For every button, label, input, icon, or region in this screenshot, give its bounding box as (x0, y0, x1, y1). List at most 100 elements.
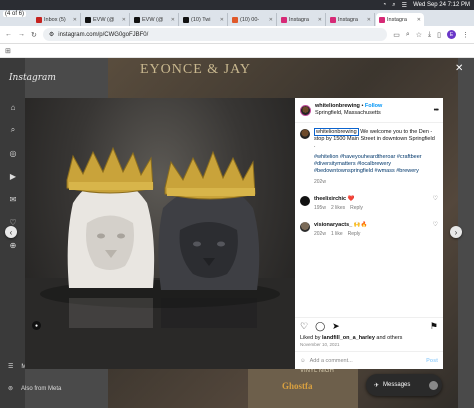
close-tab-icon[interactable]: ✕ (367, 17, 371, 23)
messenger-icon[interactable]: ✉ (8, 194, 18, 204)
create-icon[interactable]: ⊕ (8, 240, 18, 250)
screen: ◔ ⌕ ☰ Wed Sep 24 7:12 PM Inbox (5) ✕ EVW … (0, 0, 474, 408)
post-location[interactable]: Springfield, Massachusetts (315, 110, 382, 117)
reels-icon[interactable]: ▶ (8, 171, 18, 181)
comment-likes[interactable]: 1 like (331, 231, 343, 238)
sidepanel-icon[interactable]: ▯ (437, 31, 441, 39)
post-header: whitelionbrewing • Follow Springfield, M… (295, 98, 443, 123)
post-photo[interactable]: ● (25, 98, 295, 369)
add-comment-input[interactable]: Add a comment... (310, 358, 353, 364)
comment-username[interactable]: visionaryacts_ (314, 222, 352, 228)
comment-icon[interactable]: ◯ (315, 321, 325, 332)
reload-icon[interactable]: ↻ (31, 31, 37, 39)
control-center-icon[interactable]: ☰ (402, 2, 407, 9)
browser-tab-2[interactable]: EVW (@ ✕ (82, 13, 130, 26)
close-modal-icon[interactable]: ✕ (455, 63, 463, 74)
caption-hashtags[interactable]: #whitelion #haveyouheardtheroar #craftbe… (314, 154, 438, 175)
previous-post-chevron-left-icon[interactable]: ‹ (5, 226, 17, 238)
address-bar-row: ← → ↻ ⚙ instagram.com/p/CWG0goFJBF0/ ▭ ⌕… (0, 26, 474, 44)
close-tab-icon[interactable]: ✕ (417, 17, 421, 23)
cast-icon[interactable]: ▭ (393, 31, 400, 39)
like-heart-icon[interactable]: ♡ (300, 321, 308, 332)
caption-username[interactable]: whitelionbrewing (314, 128, 359, 136)
black-lion-eye (217, 241, 225, 247)
post-comment-button[interactable]: Post (426, 358, 438, 364)
bookmark-star-icon[interactable]: ☆ (416, 31, 422, 39)
address-actions: ▭ ⌕ ☆ ⤓ ▯ E ⋮ (393, 30, 469, 39)
comment-likes[interactable]: 2 likes (331, 205, 345, 212)
avatar (429, 380, 438, 390)
close-tab-icon[interactable]: ✕ (220, 17, 224, 23)
meta-icon: ⊚ (8, 386, 14, 392)
messages-button[interactable]: ✈ Messages (366, 374, 442, 396)
wifi-icon[interactable]: ◔ (383, 2, 387, 8)
comment-reply[interactable]: Reply (348, 231, 361, 238)
close-tab-icon[interactable]: ✕ (122, 17, 126, 23)
lion-sculptures-image (25, 146, 295, 369)
background-headline: EYONCE & JAY (140, 62, 252, 77)
comment-body: visionaryacts_ 🙌🔥 202w 1 like Reply (314, 222, 429, 238)
like-comment-heart-icon[interactable]: ♡ (433, 222, 438, 229)
hamburger-icon: ☰ (8, 364, 14, 370)
avatar[interactable] (300, 222, 310, 232)
instagram-icon (379, 16, 385, 23)
apps-grid-icon[interactable]: ⊞ (5, 47, 11, 55)
x-logo-icon (85, 16, 91, 23)
tagged-user-icon[interactable]: ● (32, 321, 41, 330)
comment-text: ❤️ (347, 196, 355, 202)
url-field[interactable]: ⚙ instagram.com/p/CWG0goFJBF0/ (42, 28, 388, 41)
browser-tab-1[interactable]: Inbox (5) ✕ (33, 13, 81, 26)
post-date: November 10, 2021 (300, 342, 340, 347)
post-details-panel: whitelionbrewing • Follow Springfield, M… (295, 98, 443, 369)
browser-tab-7[interactable]: Instagra ✕ (327, 13, 375, 26)
comment-meta: 202w 1 like Reply (314, 231, 429, 238)
forward-icon[interactable]: → (18, 31, 25, 38)
bookmarks-bar: ⊞ (0, 44, 474, 58)
search-icon[interactable]: ⌕ (392, 2, 395, 9)
home-icon[interactable]: ⌂ (8, 102, 18, 112)
save-bookmark-icon[interactable]: ⚑ (430, 321, 438, 332)
instagram-logo[interactable]: Instagram (9, 73, 56, 83)
more-options-icon[interactable]: ••• (434, 107, 439, 114)
share-paper-plane-icon[interactable]: ➤ (332, 321, 340, 332)
close-tab-icon[interactable]: ✕ (269, 17, 273, 23)
next-post-chevron-right-icon[interactable]: › (450, 226, 462, 238)
zoom-icon[interactable]: ⌕ (406, 31, 410, 39)
black-lion-eye (193, 241, 201, 247)
browser-tab-6[interactable]: Instagra ✕ (278, 13, 326, 26)
comment-username[interactable]: theelixirchic (314, 196, 346, 202)
instagram-icon (281, 16, 287, 23)
menubar-clock[interactable]: Wed Sep 24 7:12 PM (413, 2, 470, 8)
browser-tab-4[interactable]: (10) Twi ✕ (180, 13, 228, 26)
explore-icon[interactable]: ◎ (8, 148, 18, 158)
account-name[interactable]: whitelionbrewing (315, 103, 360, 109)
avatar[interactable] (300, 104, 311, 116)
back-icon[interactable]: ← (5, 31, 12, 38)
post-header-meta: whitelionbrewing • Follow Springfield, M… (315, 103, 382, 117)
menu-kebab-icon[interactable]: ⋮ (462, 31, 469, 39)
browser-tab-3[interactable]: EVW (@ ✕ (131, 13, 179, 26)
like-comment-heart-icon[interactable]: ♡ (433, 196, 438, 203)
close-tab-icon[interactable]: ✕ (318, 17, 322, 23)
url-text: instagram.com/p/CWG0goFJBF0/ (58, 31, 149, 38)
avatar[interactable] (300, 129, 310, 139)
follow-button[interactable]: Follow (365, 103, 382, 109)
sidebar-also-from-meta[interactable]: ⊚ Also from Meta (8, 385, 61, 393)
reflection (161, 298, 257, 328)
avatar[interactable] (300, 196, 310, 206)
emoji-icon[interactable]: ☺ (300, 358, 306, 364)
caption-body: whitelionbrewing We welcome you to the D… (314, 128, 438, 186)
post-actions: ♡ ◯ ➤ ⚑ (295, 317, 443, 335)
caption-age: 202w (314, 179, 326, 185)
instagram-icon (330, 16, 336, 23)
x-logo-icon (183, 16, 189, 23)
close-tab-icon[interactable]: ✕ (73, 17, 77, 23)
comment-reply[interactable]: Reply (350, 205, 363, 212)
browser-tab-8-active[interactable]: Instagra ✕ (376, 13, 424, 26)
search-icon[interactable]: ⌕ (8, 125, 18, 135)
close-tab-icon[interactable]: ✕ (171, 17, 175, 23)
site-info-icon[interactable]: ⚙ (49, 31, 54, 38)
profile-avatar[interactable]: E (447, 30, 456, 39)
browser-tab-5[interactable]: (10) 00- ✕ (229, 13, 277, 26)
downloads-icon[interactable]: ⤓ (428, 31, 431, 39)
